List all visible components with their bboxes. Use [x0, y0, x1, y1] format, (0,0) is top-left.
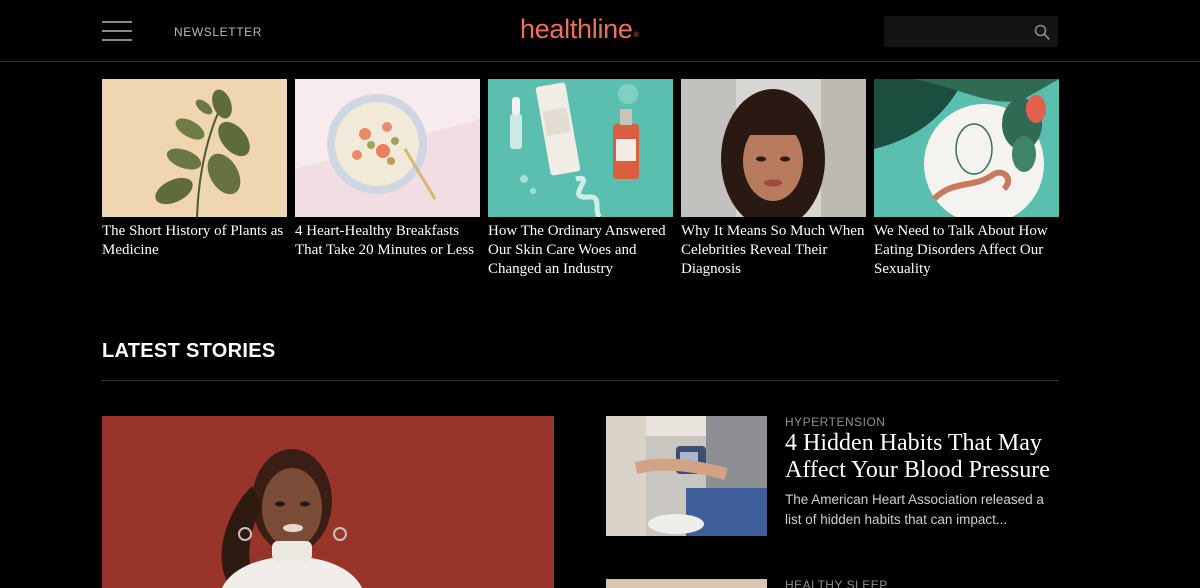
story-category[interactable]: HYPERTENSION	[785, 415, 885, 429]
featured-story-image[interactable]	[102, 416, 554, 588]
healthline-logo[interactable]: healthline®	[520, 14, 639, 45]
logo-registered-mark: ®	[633, 32, 639, 39]
site-header: NEWSLETTER healthline®	[0, 0, 1200, 62]
card-title[interactable]: The Short History of Plants as Medicine	[102, 222, 287, 260]
oatmeal-bowl-image[interactable]	[295, 79, 480, 217]
card-title[interactable]: We Need to Talk About How Eating Disorde…	[874, 222, 1059, 280]
carousel-card[interactable]: We Need to Talk About How Eating Disorde…	[874, 79, 1059, 280]
menu-bar	[102, 21, 132, 23]
menu-bar	[102, 39, 132, 41]
carousel-card[interactable]: 4 Heart-Healthy Breakfasts That Take 20 …	[295, 79, 480, 260]
section-divider	[102, 380, 1058, 381]
logo-text: healthline	[520, 14, 633, 44]
skincare-bottles-image[interactable]	[488, 79, 673, 217]
carousel-card[interactable]: How The Ordinary Answered Our Skin Care …	[488, 79, 673, 280]
menu-bar	[102, 30, 132, 32]
search-box	[884, 16, 1058, 47]
latest-stories-heading: LATEST STORIES	[102, 340, 276, 362]
healthy-sleep-image[interactable]	[606, 579, 767, 588]
newsletter-link[interactable]: NEWSLETTER	[174, 25, 262, 39]
card-title[interactable]: 4 Heart-Healthy Breakfasts That Take 20 …	[295, 222, 480, 260]
story-title[interactable]: 4 Hidden Habits That May Affect Your Blo…	[785, 430, 1065, 484]
card-title[interactable]: Why It Means So Much When Celebrities Re…	[681, 222, 866, 280]
celebrity-portrait-image[interactable]	[681, 79, 866, 217]
carousel-card[interactable]: The Short History of Plants as Medicine	[102, 79, 287, 260]
search-input[interactable]	[884, 16, 1024, 47]
carousel-card[interactable]: Why It Means So Much When Celebrities Re…	[681, 79, 866, 280]
story-category[interactable]: HEALTHY SLEEP	[785, 578, 888, 588]
illustration-image[interactable]	[874, 79, 1059, 217]
search-icon[interactable]	[1034, 24, 1050, 40]
card-title[interactable]: How The Ordinary Answered Our Skin Care …	[488, 222, 673, 280]
plant-image[interactable]	[102, 79, 287, 217]
hamburger-menu-icon[interactable]	[102, 20, 132, 42]
story-description: The American Heart Association released …	[785, 492, 1044, 527]
blood-pressure-image[interactable]	[606, 416, 767, 536]
